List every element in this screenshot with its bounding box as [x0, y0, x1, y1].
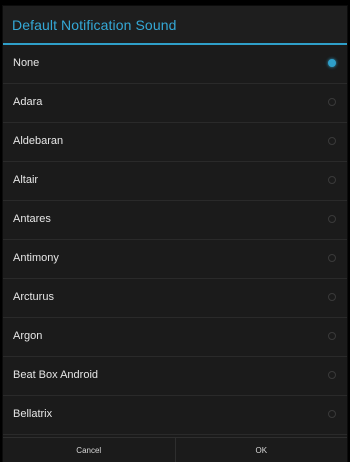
list-item[interactable]: Beat Box Android: [3, 357, 347, 396]
list-item[interactable]: Antimony: [3, 240, 347, 279]
radio-unselected-icon[interactable]: [328, 410, 336, 418]
sound-label: Arcturus: [13, 291, 54, 303]
list-item[interactable]: Aldebaran: [3, 123, 347, 162]
sound-label: Bellatrix: [13, 408, 53, 420]
list-item[interactable]: Adara: [3, 84, 347, 123]
radio-unselected-icon[interactable]: [328, 254, 336, 262]
dialog-title: Default Notification Sound: [12, 17, 177, 33]
list-item[interactable]: None: [3, 45, 347, 84]
radio-unselected-icon[interactable]: [328, 176, 336, 184]
sound-label: None: [13, 57, 40, 69]
sound-label: Antares: [13, 213, 51, 225]
notification-sound-dialog: Default Notification Sound None Adara Alde…: [3, 6, 347, 462]
radio-unselected-icon[interactable]: [328, 215, 336, 223]
sound-label: Argon: [13, 330, 43, 342]
list-item[interactable]: Argon: [3, 318, 347, 357]
sound-list[interactable]: None Adara Aldebaran Altair Antares Antimony A…: [3, 45, 347, 435]
radio-selected-icon[interactable]: [328, 59, 336, 67]
list-item[interactable]: Bellatrix: [3, 396, 347, 435]
dialog-button-bar: Cancel OK: [3, 437, 347, 462]
sound-label: Beat Box Android: [13, 369, 99, 381]
sound-label: Antimony: [13, 252, 59, 264]
sound-label: Aldebaran: [13, 135, 64, 147]
ok-button[interactable]: OK: [176, 438, 348, 462]
sound-label: Altair: [13, 174, 39, 186]
radio-unselected-icon[interactable]: [328, 137, 336, 145]
dialog-title-bar: Default Notification Sound: [3, 6, 347, 45]
radio-unselected-icon[interactable]: [328, 371, 336, 379]
radio-unselected-icon[interactable]: [328, 293, 336, 301]
list-item[interactable]: Antares: [3, 201, 347, 240]
sound-label: Adara: [13, 96, 43, 108]
list-item[interactable]: Altair: [3, 162, 347, 201]
radio-unselected-icon[interactable]: [328, 332, 336, 340]
radio-unselected-icon[interactable]: [328, 98, 336, 106]
list-item[interactable]: Arcturus: [3, 279, 347, 318]
cancel-button[interactable]: Cancel: [3, 438, 175, 462]
